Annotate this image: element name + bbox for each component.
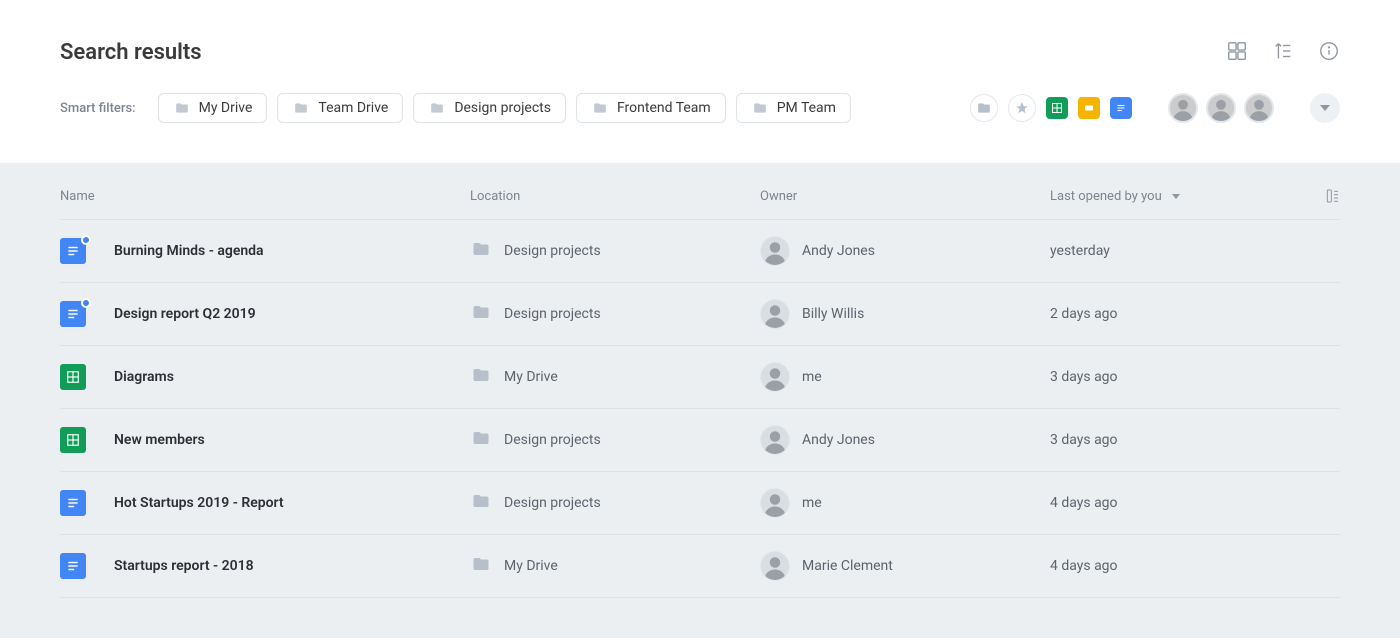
file-name: Design report Q2 2019	[114, 306, 256, 322]
location-label: Design projects	[504, 432, 601, 448]
person-filter-1[interactable]	[1168, 93, 1198, 123]
slides-filter-icon[interactable]	[1078, 97, 1100, 119]
folder-icon	[470, 366, 492, 388]
column-settings[interactable]	[1300, 187, 1340, 205]
chip-label: Team Drive	[318, 100, 388, 116]
file-name: Diagrams	[114, 369, 174, 385]
owner-label: Billy Willis	[802, 306, 864, 322]
smart-filters-label: Smart filters:	[60, 101, 136, 116]
chip-label: Frontend Team	[617, 100, 711, 116]
owner-label: Marie Clement	[802, 558, 893, 574]
owner-label: Andy Jones	[802, 432, 875, 448]
chip-label: Design projects	[454, 100, 551, 116]
chip-label: My Drive	[199, 100, 253, 116]
folder-icon	[470, 555, 492, 577]
info-icon[interactable]	[1318, 40, 1340, 62]
location-label: My Drive	[504, 558, 558, 574]
person-filter-2[interactable]	[1206, 93, 1236, 123]
owner-label: Andy Jones	[802, 243, 875, 259]
folder-icon	[470, 240, 492, 262]
location-chip[interactable]: Frontend Team	[576, 93, 726, 123]
file-name: Hot Startups 2019 - Report	[114, 495, 284, 511]
sort-desc-icon	[1172, 194, 1180, 199]
docs-filter-icon[interactable]	[1110, 97, 1132, 119]
file-row[interactable]: Burning Minds - agenda Design projects And…	[60, 220, 1340, 283]
person-filter-3[interactable]	[1244, 93, 1274, 123]
last-opened-label: 3 days ago	[1050, 432, 1300, 448]
location-label: My Drive	[504, 369, 558, 385]
file-name: Burning Minds - agenda	[114, 243, 264, 259]
file-row[interactable]: Diagrams My Drive me 3 days ago	[60, 346, 1340, 409]
avatar	[760, 425, 790, 455]
owner-label: me	[802, 495, 822, 511]
file-row[interactable]: New members Design projects Andy Jones 3 da…	[60, 409, 1340, 472]
location-label: Design projects	[504, 495, 601, 511]
avatar	[760, 236, 790, 266]
avatar	[760, 362, 790, 392]
folder-icon	[470, 303, 492, 325]
col-header-name[interactable]: Name	[60, 189, 470, 204]
last-opened-label: 4 days ago	[1050, 558, 1300, 574]
location-chip[interactable]: Design projects	[413, 93, 566, 123]
new-badge-icon	[81, 235, 91, 245]
folder-icon	[470, 492, 492, 514]
sheets-filter-icon[interactable]	[1046, 97, 1068, 119]
col-header-location[interactable]: Location	[470, 189, 760, 204]
last-opened-label: 3 days ago	[1050, 369, 1300, 385]
file-name: New members	[114, 432, 205, 448]
chip-label: PM Team	[777, 100, 836, 116]
avatar	[760, 488, 790, 518]
docs-file-icon	[60, 553, 86, 579]
more-filters-dropdown[interactable]	[1310, 93, 1340, 123]
location-chip[interactable]: Team Drive	[277, 93, 403, 123]
people-filter-avatars	[1168, 93, 1274, 123]
location-chip[interactable]: My Drive	[158, 93, 268, 123]
sort-icon[interactable]	[1272, 40, 1294, 62]
location-chip[interactable]: PM Team	[736, 93, 851, 123]
grid-view-icon[interactable]	[1226, 40, 1248, 62]
col-header-last-opened-label: Last opened by you	[1050, 189, 1162, 204]
page-title: Search results	[60, 40, 1340, 65]
location-chips: My Drive Team Drive Design projects Fronten…	[158, 93, 952, 123]
last-opened-label: 4 days ago	[1050, 495, 1300, 511]
star-filter-icon[interactable]	[1008, 94, 1036, 122]
location-label: Design projects	[504, 306, 601, 322]
avatar	[760, 551, 790, 581]
folder-filter-icon[interactable]	[970, 94, 998, 122]
owner-label: me	[802, 369, 822, 385]
location-label: Design projects	[504, 243, 601, 259]
file-name: Startups report - 2018	[114, 558, 254, 574]
col-header-owner[interactable]: Owner	[760, 189, 1050, 204]
avatar	[760, 299, 790, 329]
new-badge-icon	[81, 298, 91, 308]
file-row[interactable]: Hot Startups 2019 - Report Design project…	[60, 472, 1340, 535]
last-opened-label: yesterday	[1050, 243, 1300, 259]
docs-file-icon	[60, 490, 86, 516]
table-header: Name Location Owner Last opened by you	[60, 163, 1340, 220]
file-row[interactable]: Design report Q2 2019 Design projects Bill…	[60, 283, 1340, 346]
file-row[interactable]: Startups report - 2018 My Drive Marie Clem…	[60, 535, 1340, 598]
folder-icon	[470, 429, 492, 451]
type-filter-icons	[970, 94, 1132, 122]
sheets-file-icon	[60, 427, 86, 453]
col-header-last-opened[interactable]: Last opened by you	[1050, 189, 1300, 204]
sheets-file-icon	[60, 364, 86, 390]
last-opened-label: 2 days ago	[1050, 306, 1300, 322]
